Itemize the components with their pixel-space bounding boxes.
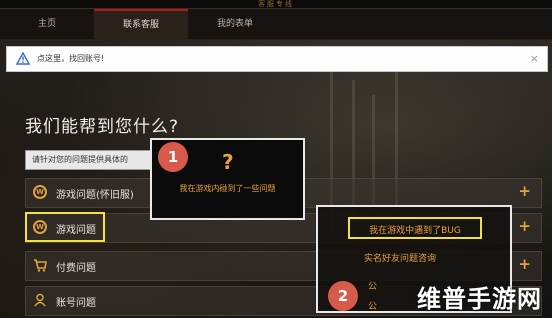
step-badge-2: 2	[328, 281, 358, 311]
user-icon	[34, 293, 46, 307]
question-icon: ?	[222, 150, 234, 174]
step-badge-1: 1	[158, 142, 188, 172]
watermark-text: 维普手游网	[417, 285, 542, 313]
option-bug-label: 我在游戏中遇到了BUG	[369, 226, 461, 236]
expand-plus-icon[interactable]: +	[518, 182, 531, 200]
expand-plus-icon[interactable]: +	[518, 217, 531, 235]
cart-icon	[34, 259, 47, 272]
option-realname-friend[interactable]: 实名好友问题咨询	[364, 251, 436, 264]
warning-icon	[16, 52, 30, 65]
close-icon[interactable]: ×	[530, 52, 539, 65]
w-badge-icon: W	[33, 185, 47, 199]
tab-home[interactable]: 主页	[0, 9, 94, 39]
option-bug[interactable]: 我在游戏中遇到了BUG	[348, 217, 482, 239]
option-announcement[interactable]: 公	[368, 279, 377, 292]
top-caption: 客服专线	[258, 0, 294, 8]
search-input[interactable]: 请针对您的问题提供具体的	[25, 150, 157, 170]
search-placeholder: 请针对您的问题提供具体的	[32, 155, 128, 164]
highlight-box-game	[25, 212, 105, 242]
page-title: 我们能帮到您什么?	[25, 117, 180, 137]
notice-text[interactable]: 点这里，找回账号!	[37, 53, 104, 64]
tab-my-tickets[interactable]: 我的表单	[188, 9, 282, 39]
top-strip: 客服专线	[0, 0, 552, 9]
category-label: 游戏问题(怀旧服)	[56, 190, 134, 201]
callout-text[interactable]: 我在游戏内碰到了一些问题	[152, 183, 303, 194]
expand-plus-icon[interactable]: +	[518, 255, 531, 273]
nav-bar: 主页 联系客服 我的表单	[0, 9, 552, 40]
tab-contact-support[interactable]: 联系客服	[94, 9, 188, 39]
account-recovery-notice[interactable]: 点这里，找回账号! ×	[6, 46, 548, 72]
option-announcement[interactable]: 公	[368, 299, 377, 312]
category-label: 付费问题	[56, 263, 96, 274]
category-label: 账号问题	[56, 298, 96, 309]
